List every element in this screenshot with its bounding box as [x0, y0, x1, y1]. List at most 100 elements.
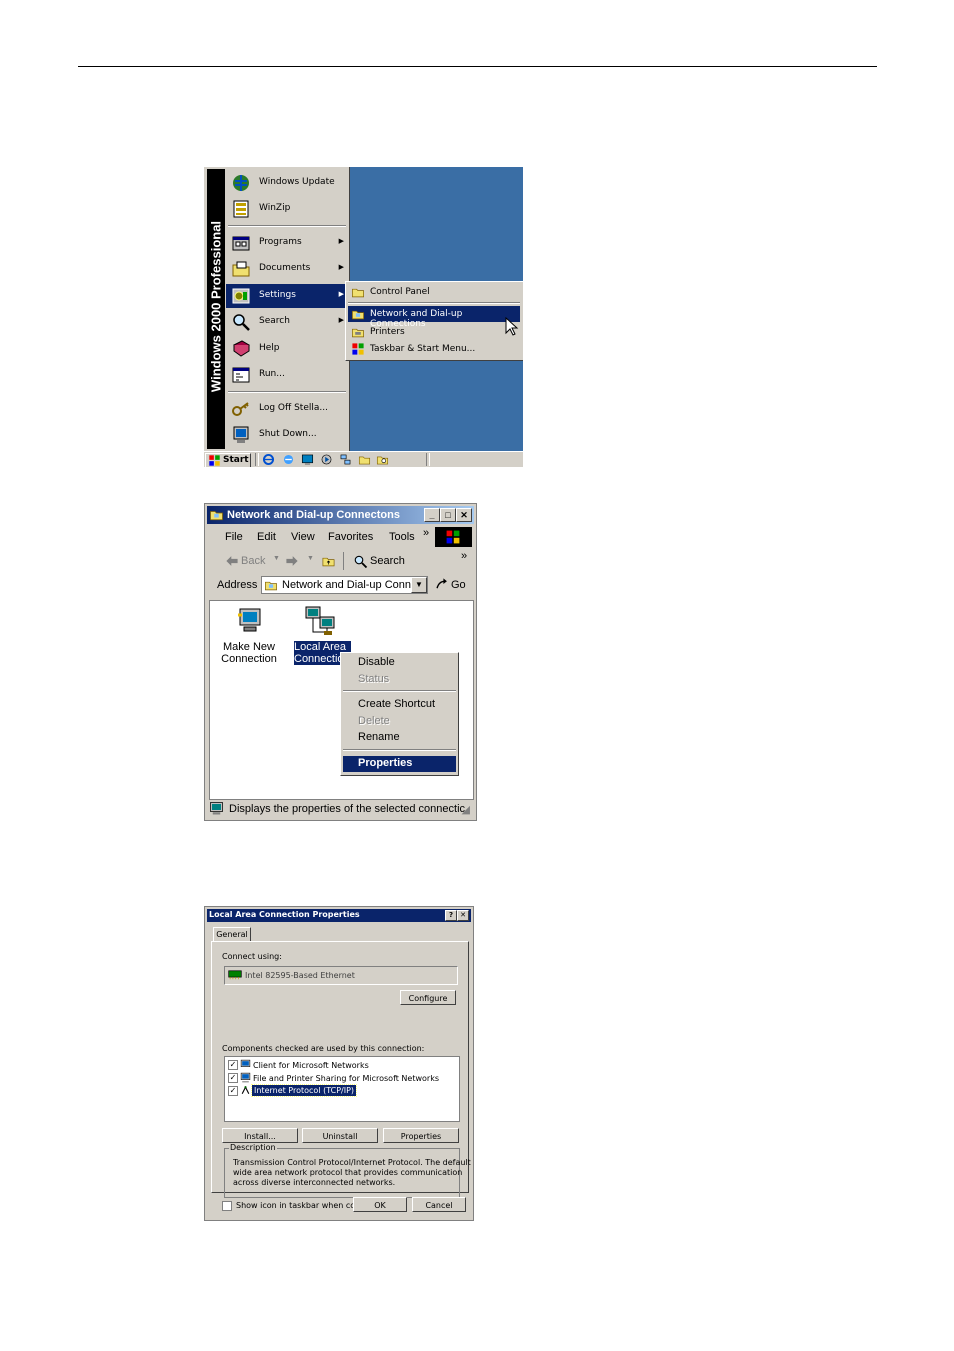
back-button[interactable]: Back [241, 555, 265, 567]
menu-favorites[interactable]: Favorites [328, 531, 373, 543]
context-create-shortcut[interactable]: Create Shortcut [343, 697, 456, 713]
help-button[interactable]: ? [445, 910, 457, 921]
menu-bar: File Edit View Favorites Tools » [207, 526, 472, 548]
windows-logo-icon [446, 530, 460, 544]
programs-icon [232, 236, 250, 251]
context-delete: Delete [358, 715, 390, 727]
minimize-button[interactable]: _ [424, 508, 440, 522]
show-icon-checkbox[interactable] [222, 1201, 232, 1211]
desktop-icon[interactable] [301, 453, 314, 466]
submenu-separator [348, 302, 520, 304]
network-quicklaunch-icon[interactable] [339, 453, 352, 466]
make-new-connection-icon [238, 608, 261, 632]
configure-button[interactable]: Configure [400, 990, 456, 1005]
address-dropdown-icon[interactable]: ▼ [411, 577, 427, 593]
checkbox-file-printer-sharing[interactable]: ✓ [228, 1073, 238, 1083]
run-icon [232, 367, 250, 383]
folder-quicklaunch-icon[interactable] [358, 453, 371, 466]
make-new-connection-item[interactable]: Make New Connection [214, 603, 284, 673]
tab-general[interactable]: General [213, 927, 251, 942]
menu-view[interactable]: View [291, 531, 315, 543]
explorer-quicklaunch-icon[interactable] [376, 453, 389, 466]
menu-item-shut-down[interactable]: Shut Down... [226, 423, 348, 447]
submenu-arrow-icon: ▶ [338, 290, 344, 298]
winzip-icon [233, 200, 249, 218]
maximize-button[interactable]: □ [440, 508, 456, 522]
forward-arrow-icon[interactable] [285, 554, 299, 568]
network-connections-icon [352, 310, 364, 320]
context-menu: Disable Status Create Shortcut Delete Re… [340, 652, 459, 776]
description-group: Description Transmission Control Protoco… [224, 1143, 471, 1198]
search-icon [233, 314, 250, 331]
resize-grip-icon[interactable]: ◢ [462, 803, 470, 816]
address-label: Address [217, 579, 258, 591]
cancel-button[interactable]: Cancel [412, 1197, 466, 1212]
internet-explorer-icon[interactable] [262, 453, 275, 466]
header-rule [78, 66, 877, 67]
submenu-item-taskbar[interactable]: Taskbar & Start Menu... [348, 341, 520, 357]
menu-item-windows-update[interactable]: Windows Update [226, 171, 348, 195]
context-properties[interactable]: Properties [343, 756, 456, 772]
menu-item-log-off[interactable]: Log Off Stella... [226, 397, 348, 421]
forward-dropdown-icon[interactable]: ▼ [307, 555, 314, 562]
search-button[interactable]: Search [370, 555, 405, 567]
menu-item-help[interactable]: Help [226, 337, 348, 361]
menu-item-winzip[interactable]: WinZip [226, 197, 348, 221]
windows-throbber [435, 527, 472, 547]
media-player-icon[interactable] [320, 453, 333, 466]
close-button[interactable]: ✕ [457, 910, 469, 921]
description-label: Description [229, 1143, 277, 1152]
components-label: Components checked are used by this conn… [222, 1044, 425, 1053]
component-tcpip[interactable]: ✓ Internet Protocol (TCP/IP) [227, 1084, 455, 1097]
explorer-window: Network and Dial-up Connectons _ □ ✕ Fil… [204, 503, 477, 821]
submenu-item-network-connections[interactable]: Network and Dial-up Connections [348, 306, 520, 329]
context-separator [343, 749, 456, 751]
back-arrow-icon [226, 556, 238, 566]
go-arrow-icon [436, 578, 447, 589]
menu-item-programs[interactable]: Programs ▶ [226, 231, 348, 255]
dialog-title-bar: Local Area Connection Properties ? ✕ [207, 909, 471, 922]
network-folder-icon [210, 511, 223, 521]
menu-edit[interactable]: Edit [257, 531, 276, 543]
menu-file[interactable]: File [225, 531, 243, 543]
context-rename[interactable]: Rename [343, 730, 456, 746]
mouse-cursor-icon [505, 317, 519, 336]
uninstall-button[interactable]: Uninstall [302, 1128, 378, 1143]
taskbar: Start [204, 451, 523, 467]
client-network-icon [240, 1059, 251, 1067]
windows-banner: Windows 2000 Professional [207, 169, 225, 449]
component-file-printer-sharing[interactable]: ✓ File and Printer Sharing for Microsoft… [227, 1072, 455, 1084]
log-off-icon [232, 402, 249, 416]
up-folder-icon[interactable] [321, 554, 336, 568]
properties-button[interactable]: Properties [383, 1128, 459, 1143]
back-dropdown-icon[interactable]: ▼ [273, 555, 280, 562]
chevron-right-icon[interactable]: » [423, 527, 429, 539]
close-button[interactable]: ✕ [456, 508, 472, 522]
checkbox-tcpip[interactable]: ✓ [228, 1086, 238, 1096]
menu-item-settings[interactable]: Settings ▶ [226, 284, 348, 308]
menu-tools[interactable]: Tools [389, 531, 415, 543]
context-disable[interactable]: Disable [343, 655, 456, 671]
context-separator [343, 690, 456, 692]
submenu-arrow-icon: ▶ [338, 316, 344, 324]
checkbox-client[interactable]: ✓ [228, 1060, 238, 1070]
context-status: Status [358, 673, 390, 685]
menu-item-run[interactable]: Run... [226, 363, 348, 387]
title-bar: Network and Dial-up Connectons _ □ ✕ [207, 506, 474, 524]
menu-item-documents[interactable]: Documents ▶ [226, 257, 348, 281]
ok-button[interactable]: OK [353, 1197, 407, 1212]
menu-item-search[interactable]: Search ▶ [226, 310, 348, 334]
install-button[interactable]: Install... [222, 1128, 298, 1143]
general-panel: Connect using: Intel 82595-Based Etherne… [211, 941, 471, 1211]
component-client[interactable]: ✓ Client for Microsoft Networks [227, 1059, 455, 1071]
outlook-express-icon[interactable] [282, 453, 295, 466]
submenu-item-control-panel[interactable]: Control Panel [348, 284, 520, 300]
go-button[interactable]: Go [451, 579, 466, 591]
start-menu-screenshot: Windows 2000 Professional Windows Update… [204, 167, 523, 467]
start-button[interactable]: Start [205, 453, 251, 467]
local-area-connection-icon [305, 606, 335, 635]
address-input[interactable]: Network and Dial-up Conn ▼ [261, 576, 428, 594]
toolbar-chevron-icon[interactable]: » [461, 550, 467, 562]
shut-down-icon [233, 426, 249, 443]
submenu-item-printers[interactable]: Printers [348, 324, 520, 340]
